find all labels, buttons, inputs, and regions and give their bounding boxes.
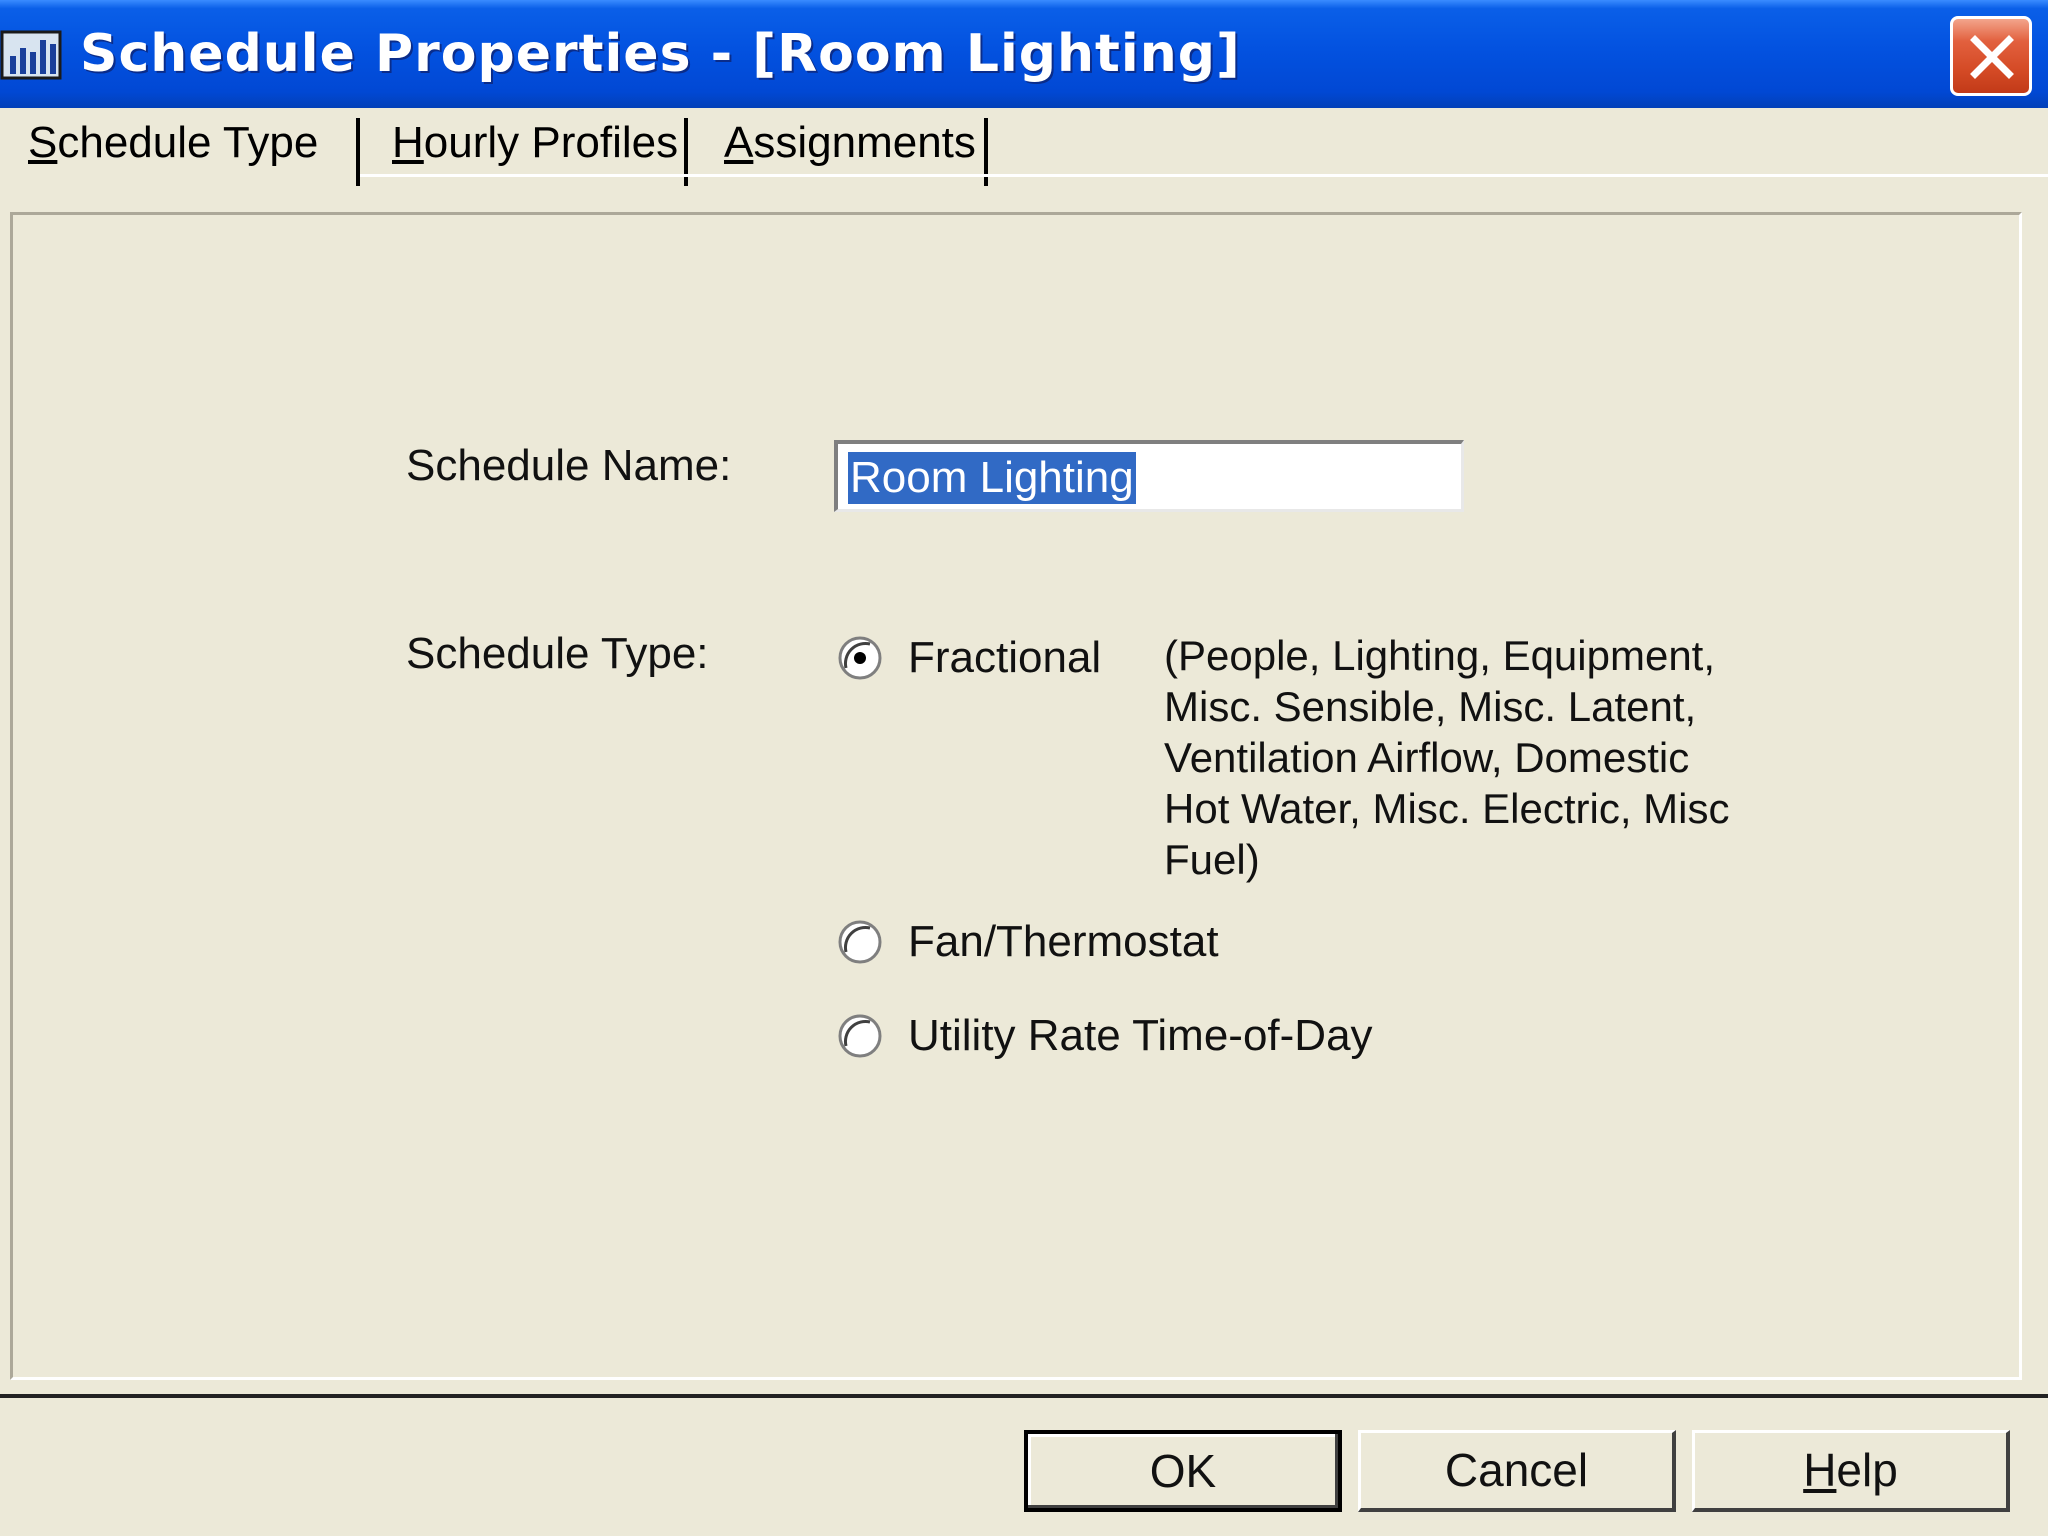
schedule-name-label: Schedule Name: [406,441,732,490]
radio-utility-rate[interactable] [836,1012,884,1060]
tab-strip: Schedule Type Hourly Profiles Assignment… [0,108,2048,186]
close-icon [1970,35,2014,79]
ok-button[interactable]: OK [1024,1430,1342,1512]
close-button[interactable] [1950,16,2032,96]
option-fan-thermostat-label[interactable]: Fan/Thermostat [908,916,1219,968]
tab-assignments[interactable]: Assignments [724,108,994,178]
tab-schedule-type[interactable]: Schedule Type [28,108,358,178]
radio-fractional[interactable] [836,634,884,682]
tab-hourly-profiles[interactable]: Hourly Profiles [392,108,692,178]
cancel-button[interactable]: Cancel [1358,1430,1676,1512]
schedule-name-selected-text: Room Lighting [848,452,1136,504]
schedule-properties-dialog: Schedule Properties - [Room Lighting] Sc… [0,0,2048,1536]
window-title: Schedule Properties - [Room Lighting] [80,24,1241,84]
radio-fan-thermostat[interactable] [836,918,884,966]
title-bar[interactable]: Schedule Properties - [Room Lighting] [0,0,2048,108]
footer-divider [0,1394,2048,1398]
schedule-type-label: Schedule Type: [406,629,709,678]
schedule-name-input[interactable]: Room Lighting [834,440,1464,512]
fractional-description: (People, Lighting, Equipment, Misc. Sens… [1164,632,1730,883]
help-button[interactable]: Help [1692,1430,2010,1512]
option-utility-rate-label[interactable]: Utility Rate Time-of-Day [908,1010,1373,1062]
option-fractional-label[interactable]: Fractional [908,632,1101,684]
schedule-chart-icon [0,30,62,80]
tab-baseline [360,174,2048,177]
